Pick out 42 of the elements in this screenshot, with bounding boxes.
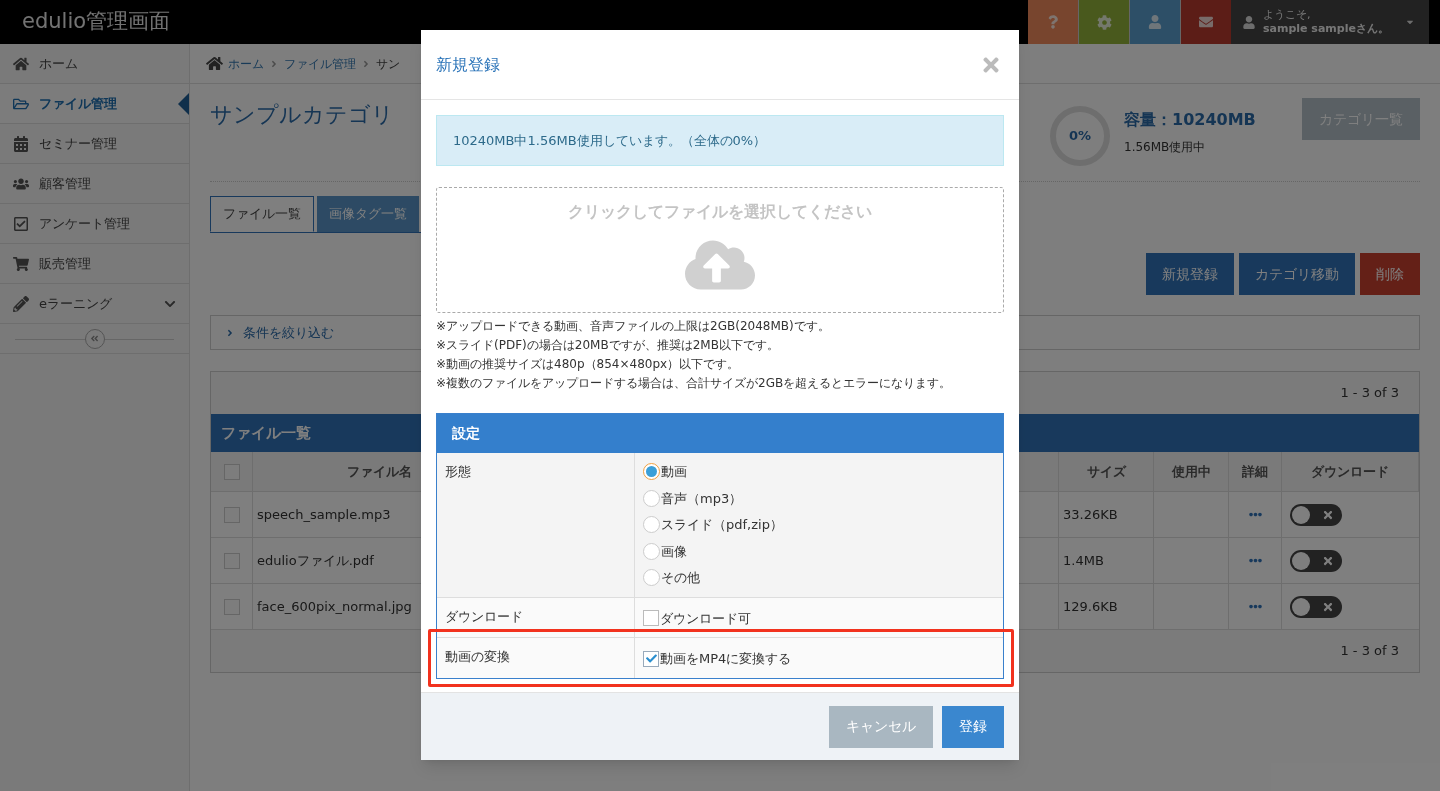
greeting-text: ようこそ, — [1263, 8, 1312, 22]
radio-label: 動画 — [661, 463, 687, 481]
user-name: sample sampleさん。 — [1263, 22, 1389, 36]
note-text: ※動画の推奨サイズは480p（854×480px）以下です。 — [436, 356, 741, 373]
note-text: ※アップロードできる動画、音声ファイルの上限は2GB(2048MB)です。 — [436, 318, 831, 335]
usage-alert: 10240MB中1.56MB使用しています。（全体の0%） — [436, 115, 1004, 166]
checkbox-label: 動画をMP4に変換する — [660, 650, 792, 668]
checkbox-label: ダウンロード可 — [660, 609, 751, 628]
modal-title: 新規登録 — [436, 53, 500, 76]
column-header: 詳細 — [1229, 452, 1282, 492]
filter-label: 条件を絞り込む — [243, 323, 334, 342]
page-title: サンプルカテゴリ — [210, 101, 395, 129]
capacity-title: 容量：10240MB — [1124, 109, 1256, 131]
panel-title: 設定 — [452, 424, 480, 443]
capacity-used: 1.56MB使用中 — [1124, 139, 1207, 156]
dropzone-text: クリックしてファイルを選択してください — [568, 201, 872, 223]
radio-label: スライド（pdf,zip） — [661, 516, 783, 534]
column-header: 使用中 — [1154, 452, 1229, 492]
radio-label: その他 — [661, 569, 700, 587]
pagination-text: 1 - 3 of 3 — [1340, 384, 1399, 403]
table-cell: 129.6KB — [1059, 584, 1154, 630]
sidebar-label: ホーム — [39, 54, 78, 73]
note-text: ※複数のファイルをアップロードする場合は、合計サイズが2GBを超えるとエラーになります。 — [436, 375, 953, 392]
sidebar-label: 顧客管理 — [39, 174, 91, 193]
setting-label: 動画の変換 — [437, 638, 635, 678]
sidebar-label: アンケート管理 — [39, 214, 130, 233]
column-header: ダウンロード — [1282, 452, 1419, 492]
app-logo: edulio管理画面 — [21, 8, 172, 36]
column-header: サイズ — [1059, 452, 1154, 492]
sidebar-label: ファイル管理 — [39, 94, 117, 113]
table-title: ファイル一覧 — [221, 422, 311, 444]
table-cell: 33.26KB — [1059, 492, 1154, 538]
sidebar-label: eラーニング — [39, 294, 112, 313]
sidebar-label: セミナー管理 — [39, 134, 117, 153]
pagination-text: 1 - 3 of 3 — [1340, 642, 1399, 661]
radio-label: 画像 — [661, 542, 687, 561]
radio-label: 音声（mp3） — [661, 489, 743, 508]
usage-percent: 0% — [1068, 127, 1092, 146]
note-text: ※スライド(PDF)の場合は20MBですが、推奨は2MB以下です。 — [436, 337, 780, 354]
setting-label: 形態 — [437, 453, 635, 597]
table-cell: 1.4MB — [1059, 538, 1154, 584]
sidebar-label: 販売管理 — [39, 254, 91, 273]
